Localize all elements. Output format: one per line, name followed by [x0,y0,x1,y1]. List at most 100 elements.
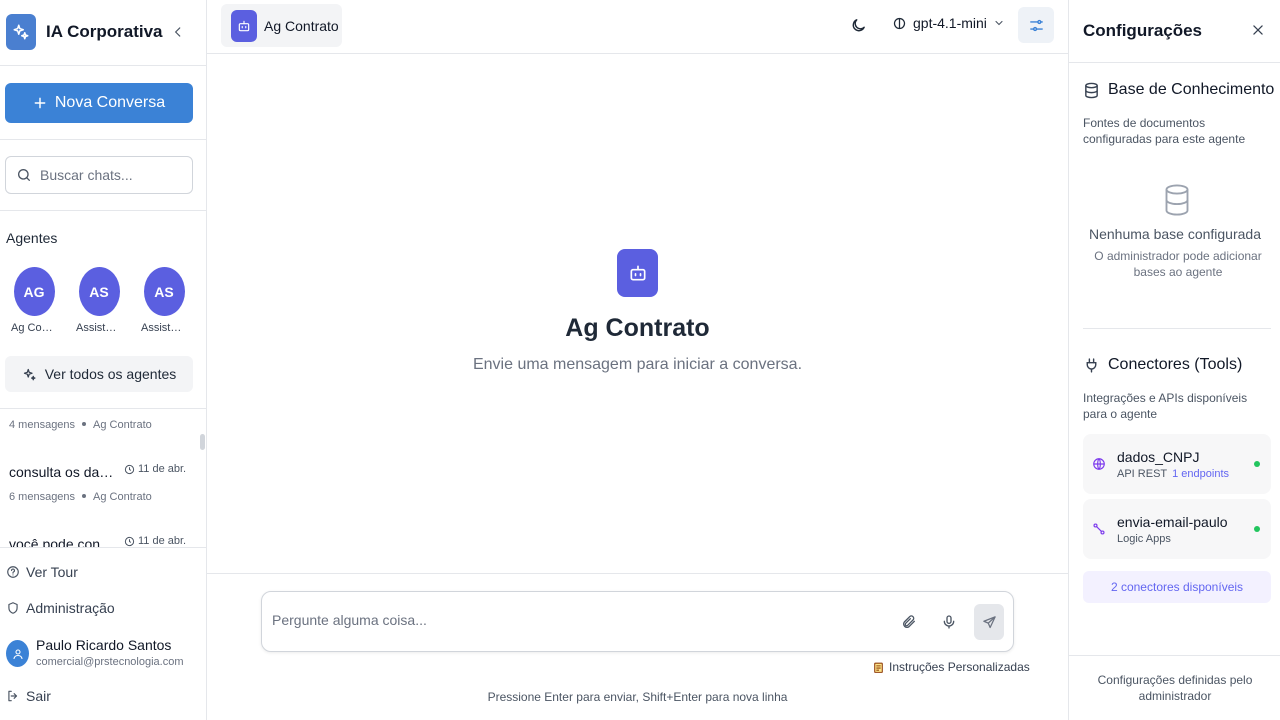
sparkles-icon [23,368,36,380]
paperclip-icon [903,615,915,628]
tour-link[interactable]: Ver Tour [6,564,78,580]
clock-icon [124,536,135,546]
bot-icon [231,9,257,42]
database-icon [1163,183,1191,222]
settings-panel: Configurações Base de Conhecimento Fonte… [1068,0,1280,720]
close-panel-button[interactable] [1249,21,1267,39]
logout-link[interactable]: Sair [6,688,51,704]
empty-state-title: Ag Contrato [565,314,710,342]
tour-label: Ver Tour [26,564,78,580]
connector-card-dados-cnpj[interactable]: dados_CNPJ API REST 1 endpoints [1083,434,1271,494]
view-all-agents-label: Ver todos os agentes [44,366,177,382]
agent-name: Assistente [76,322,122,334]
search-icon [18,169,30,181]
knowledge-base-title: Base de Conhecimento [1108,81,1275,98]
microphone-button[interactable] [939,612,959,632]
user-name: Paulo Ricardo Santos [36,637,172,653]
plug-icon [1086,357,1097,373]
status-indicator [1254,526,1260,532]
plus-icon [34,97,46,109]
search-input[interactable] [40,167,180,183]
custom-instructions-label: Instruções Personalizadas [889,660,1030,674]
collapse-sidebar-button[interactable] [168,22,188,42]
logout-icon [8,690,18,702]
connector-name: dados_CNPJ [1117,449,1200,465]
chat-meta: 4 mensagens Ag Contrato [9,419,152,431]
new-chat-label: Nova Conversa [54,94,166,111]
message-input[interactable] [272,612,872,628]
connector-type: API REST [1117,468,1168,480]
divider [0,210,206,211]
user-email: comercial@prstecnologia.com [36,656,184,668]
brand-header: IA Corporativa [0,0,206,66]
new-chat-button[interactable]: Nova Conversa [5,83,193,123]
admin-label: Administração [26,600,115,616]
knowledge-base-description: Fontes de documentos configuradas para e… [1083,116,1246,146]
knowledge-base-empty-desc: O administrador pode adicionar bases ao … [1094,249,1262,279]
connectors-title: Conectores (Tools) [1108,356,1243,373]
chat-date-label: 11 de abr. [138,463,187,475]
agent-name: Assistente [141,322,187,334]
chat-agent-name: Ag Contrato [93,491,152,503]
divider [1083,328,1271,329]
moon-icon [852,18,865,31]
scrollbar-thumb[interactable] [200,434,205,450]
chat-item-title[interactable]: você pode consu... [9,536,119,547]
chat-item-title[interactable]: consulta os dados... [9,464,119,480]
custom-instructions-link[interactable]: Instruções Personalizadas [872,660,1030,674]
connector-meta: API REST 1 endpoints [1117,468,1229,480]
top-bar: Ag Contrato gpt-4.1-mini [207,0,1068,54]
current-agent-chip[interactable]: Ag Contrato [221,4,342,47]
notepad-icon [874,662,883,673]
send-button[interactable] [974,604,1004,640]
mic-icon [943,615,955,629]
agent-avatar: AS [78,267,120,316]
chat-message-count: 4 mensagens [9,419,76,431]
status-indicator [1254,461,1260,467]
agent-item-ag-contrato[interactable]: AG Ag Contrato [6,267,62,334]
chat-date: 11 de abr. [124,463,186,475]
divider [0,139,206,140]
connector-name: envia-email-paulo [1117,514,1228,530]
app-title: IA Corporativa [46,22,163,41]
agent-avatar: AG [13,267,55,316]
connector-endpoints: 1 endpoints [1172,468,1230,480]
chat-date-label: 11 de abr. [138,535,187,547]
panel-footer: Configurações definidas pelo administrad… [1069,655,1280,720]
bot-icon [617,249,658,297]
settings-toggle-button[interactable] [1018,7,1054,43]
agent-item-assistente-1[interactable]: AS Assistente [71,267,127,334]
chat-date: 11 de abr. [124,535,186,547]
composer-area: Instruções Personalizadas Pressione Ente… [207,573,1068,720]
theme-toggle-button[interactable] [848,15,868,35]
chat-history-list[interactable]: 4 mensagens Ag Contrato consulta os dados… [0,409,206,547]
view-all-agents-button[interactable]: Ver todos os agentes [5,356,193,392]
model-selector[interactable]: gpt-4.1-mini [892,15,1005,31]
current-agent-name: Ag Contrato [264,17,339,34]
workflow-icon [1091,521,1107,537]
globe-icon [1091,456,1107,472]
agent-name: Ag Contrato [11,322,57,334]
knowledge-base-header: Base de Conhecimento [1083,81,1274,99]
help-circle-icon [7,566,19,578]
attach-button[interactable] [899,612,919,632]
panel-footer-text: Configurações definidas pelo administrad… [1097,673,1253,703]
bullet-dot [82,422,87,426]
bullet-dot [82,494,87,498]
search-box[interactable] [5,156,193,194]
admin-link[interactable]: Administração [6,600,115,616]
close-icon [1253,25,1263,35]
user-avatar[interactable] [6,640,29,667]
chat-meta: 6 mensagens Ag Contrato [9,491,152,503]
connectors-description: Integrações e APIs disponíveis para o ag… [1083,391,1248,421]
send-icon [982,615,996,628]
user-icon [12,648,23,659]
sidebar: IA Corporativa Nova Conversa Agentes AG … [0,0,207,720]
sidebar-footer: Ver Tour Administração Paulo Ricardo San… [0,547,206,720]
chat-main: Ag Contrato gpt-4.1-mini Ag Contrato Env… [207,0,1068,720]
chat-message-count: 6 mensagens [9,491,76,503]
connector-card-envia-email[interactable]: envia-email-paulo Logic Apps [1083,499,1271,559]
knowledge-base-empty-title: Nenhuma base configurada [1088,226,1261,242]
agent-item-assistente-2[interactable]: AS Assistente [136,267,192,334]
database-icon [1085,82,1098,98]
